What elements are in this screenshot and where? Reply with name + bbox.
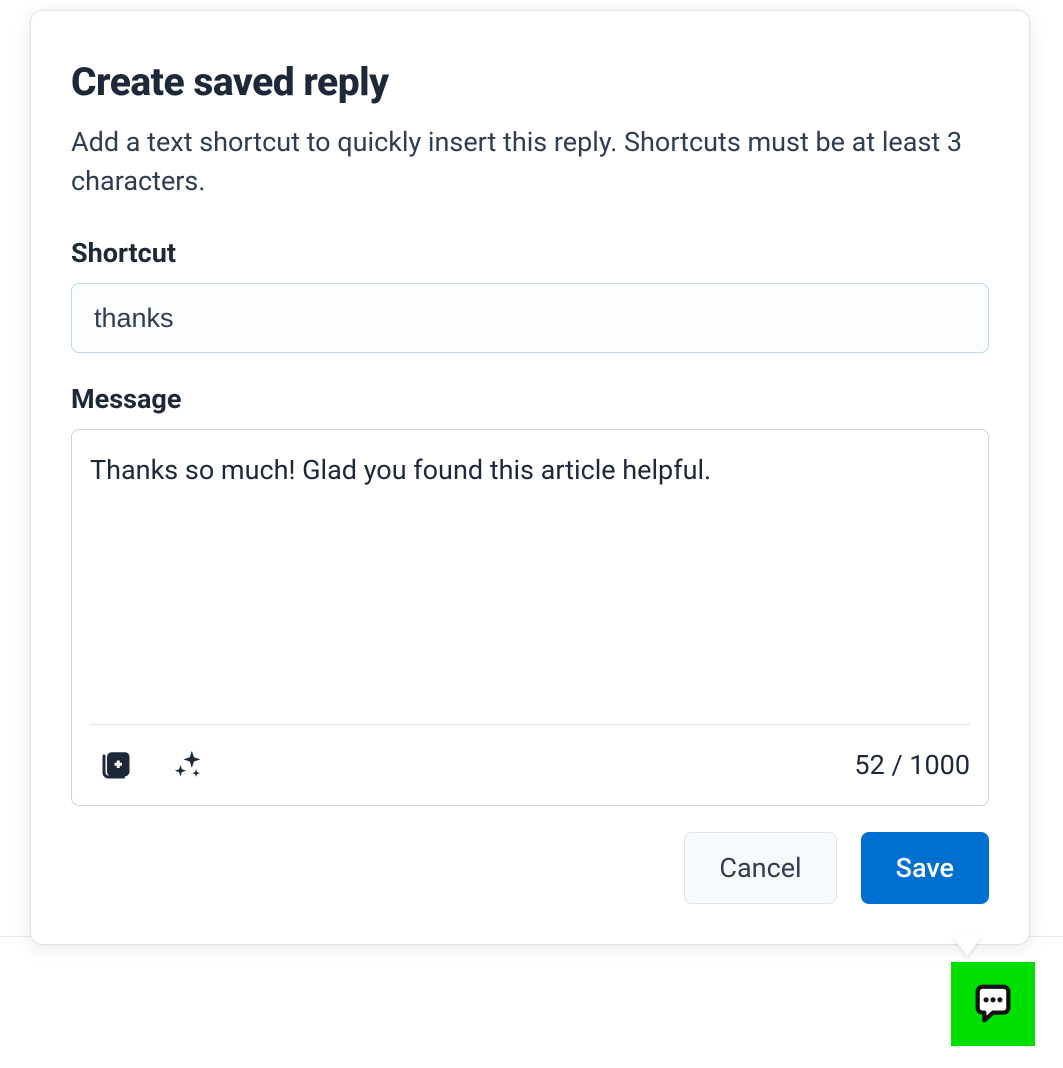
dialog-description: Add a text shortcut to quickly insert th…: [71, 123, 989, 201]
ai-assist-button[interactable]: [172, 748, 206, 782]
dialog-title: Create saved reply: [71, 59, 989, 105]
message-textarea[interactable]: [72, 430, 988, 720]
popover-pointer: [952, 936, 982, 956]
toolbar-divider: [90, 724, 970, 725]
dialog-actions: Cancel Save: [71, 832, 989, 904]
save-button[interactable]: Save: [861, 832, 989, 904]
ai-sparkle-icon: [172, 748, 206, 782]
message-toolbar: 52 / 1000: [90, 747, 970, 783]
chat-bubble-icon: [970, 981, 1016, 1027]
chat-launcher-button[interactable]: [951, 962, 1035, 1046]
cancel-button[interactable]: Cancel: [684, 832, 836, 904]
message-editor: 52 / 1000: [71, 429, 989, 806]
shortcut-input[interactable]: [71, 283, 989, 353]
add-card-icon: [98, 747, 134, 783]
create-saved-reply-dialog: Create saved reply Add a text shortcut t…: [30, 10, 1030, 945]
message-label: Message: [71, 383, 989, 415]
insert-saved-reply-button[interactable]: [98, 747, 134, 783]
character-counter: 52 / 1000: [854, 749, 970, 781]
shortcut-label: Shortcut: [71, 237, 989, 269]
